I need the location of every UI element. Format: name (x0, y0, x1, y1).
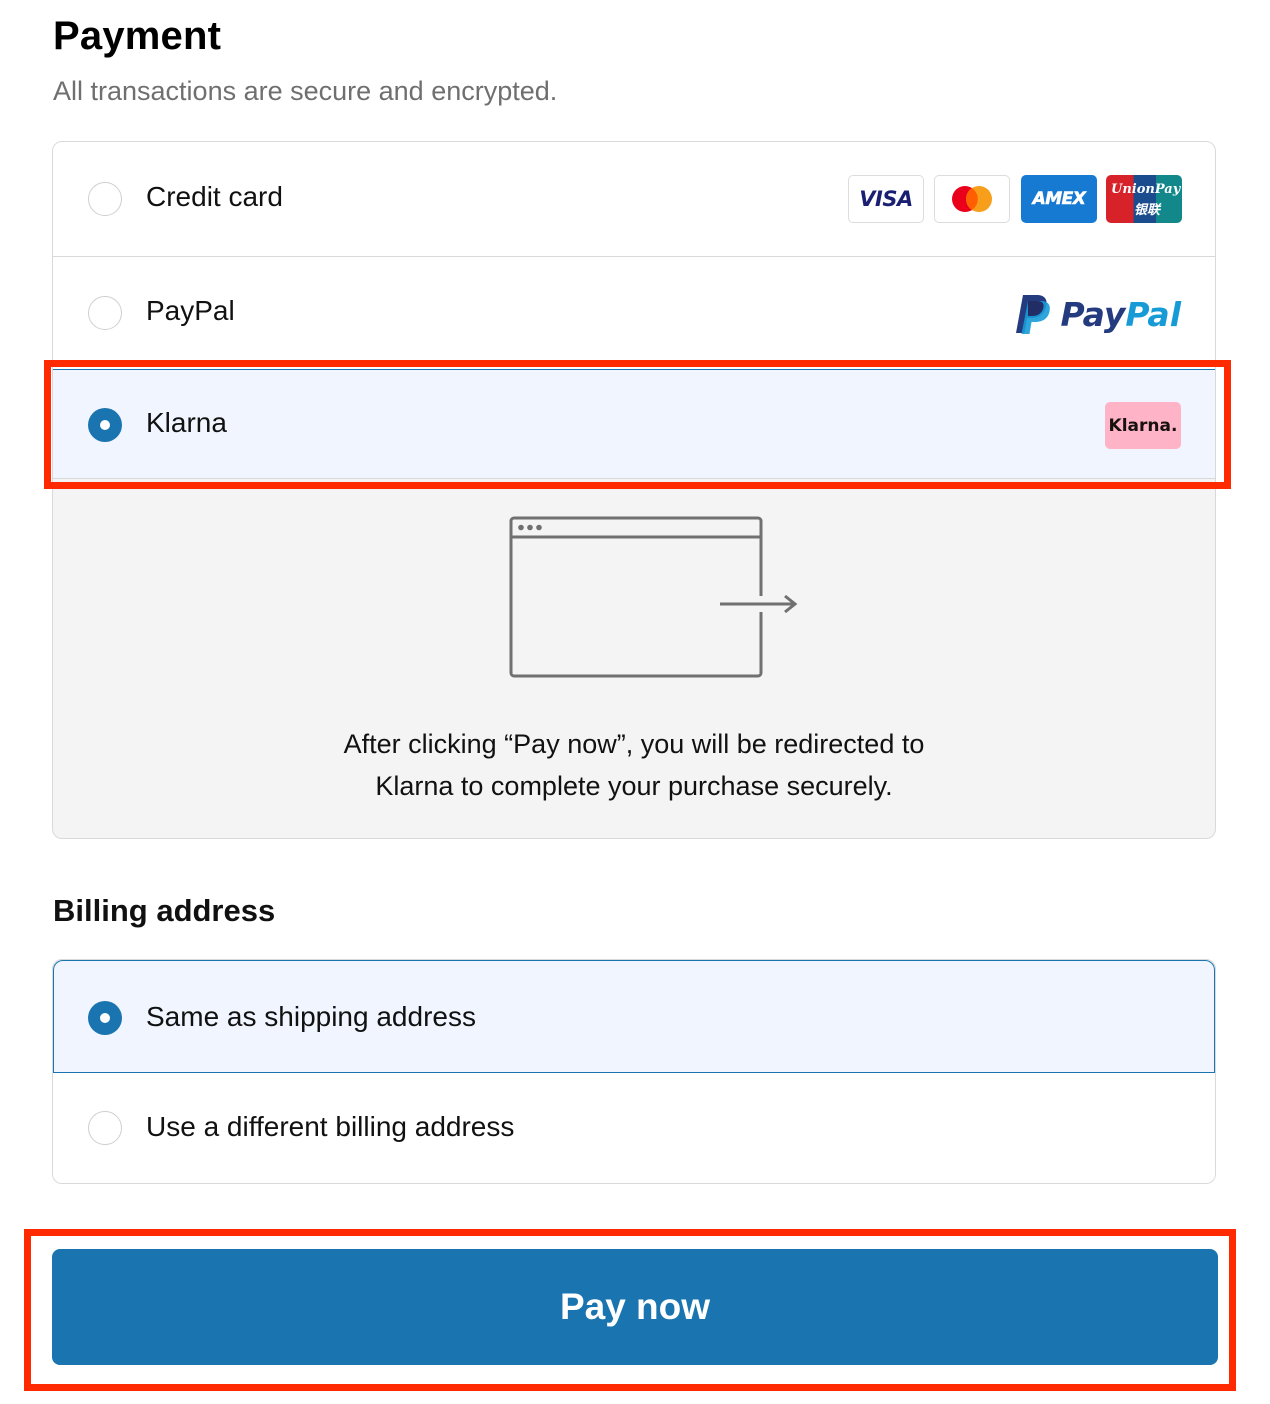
same-address-label: Same as shipping address (146, 1001, 476, 1032)
unionpay-text: UnionPay (1111, 182, 1181, 197)
visa-icon: VISA (848, 175, 924, 223)
browser-redirect-icon (509, 516, 798, 678)
redirect-message-line-1: After clicking “Pay now”, you will be re… (343, 729, 925, 759)
mastercard-circles (952, 186, 992, 212)
billing-options: Same as shipping address Use a different… (52, 959, 1216, 1184)
payment-option-credit-card[interactable]: Credit card VISA AMEX UnionPay 银联 (53, 142, 1215, 257)
paypal-word-pay: Pay (1060, 294, 1126, 334)
paypal-wordmark: PayPal (1061, 295, 1182, 334)
klarna-redirect-info: After clicking “Pay now”, you will be re… (53, 479, 1215, 838)
paypal-radio[interactable] (88, 296, 122, 330)
klarna-badge: Klarna. (1105, 402, 1181, 449)
payment-subtitle: All transactions are secure and encrypte… (53, 76, 558, 106)
paypal-logo: PayPal (1015, 293, 1182, 335)
amex-text: AMEX (1032, 189, 1086, 210)
different-address-label: Use a different billing address (146, 1111, 515, 1142)
checkout-page: Payment All transactions are secure and … (0, 0, 1270, 1404)
amex-icon: AMEX (1021, 175, 1097, 223)
billing-title: Billing address (53, 893, 276, 928)
payment-title: Payment (53, 14, 222, 58)
payment-option-klarna[interactable]: Klarna Klarna. (53, 369, 1215, 479)
redirect-message-line-2: Klarna to complete your purchase securel… (375, 771, 893, 801)
klarna-label: Klarna (146, 407, 227, 438)
billing-option-same[interactable]: Same as shipping address (53, 960, 1215, 1073)
same-address-radio[interactable] (88, 1001, 122, 1035)
payment-option-paypal[interactable]: PayPal PayPal (53, 257, 1215, 369)
credit-card-label: Credit card (146, 181, 283, 212)
visa-text: VISA (859, 187, 913, 211)
mastercard-icon (934, 175, 1010, 223)
credit-card-radio[interactable] (88, 182, 122, 216)
paypal-label: PayPal (146, 295, 235, 326)
paypal-word-pal: Pal (1125, 294, 1181, 334)
pay-now-button[interactable]: Pay now (52, 1249, 1218, 1365)
klarna-radio[interactable] (88, 408, 122, 442)
payment-methods: Credit card VISA AMEX UnionPay 银联 PayPal… (52, 141, 1216, 839)
unionpay-cn-text: 银联 (1134, 203, 1161, 218)
different-address-radio[interactable] (88, 1111, 122, 1145)
unionpay-icon: UnionPay 银联 (1106, 175, 1182, 223)
paypal-p-icon (1015, 295, 1050, 334)
billing-option-different[interactable]: Use a different billing address (53, 1073, 1215, 1183)
redirect-message: After clicking “Pay now”, you will be re… (53, 723, 1215, 807)
